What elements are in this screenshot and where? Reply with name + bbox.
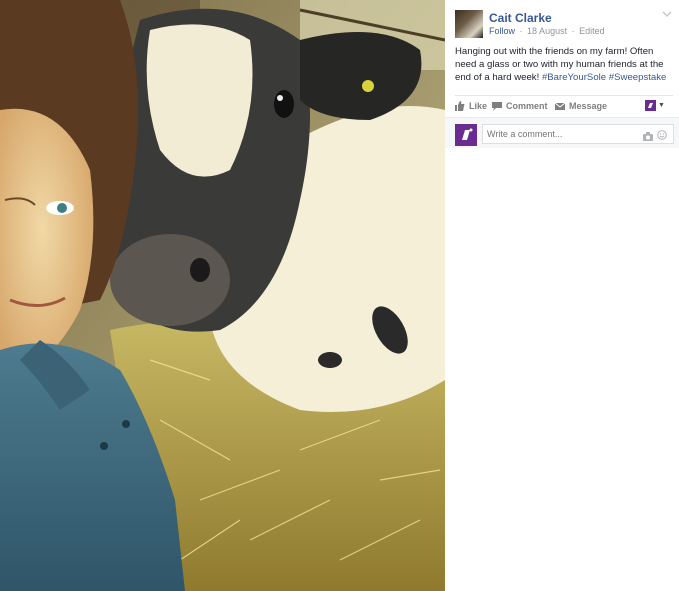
post-header-card: Cait Clarke Follow · 18 August · Edited … [445, 0, 679, 148]
author-avatar[interactable] [455, 10, 483, 38]
comment-button[interactable]: Comment [492, 99, 548, 113]
chevron-down-icon[interactable] [662, 9, 672, 19]
post-meta: Follow · 18 August · Edited [489, 26, 605, 36]
hashtag-link[interactable]: #Sweepstake [609, 72, 667, 83]
envelope-icon [554, 101, 566, 111]
post-date[interactable]: 18 August [527, 26, 567, 36]
post-side-panel: Cait Clarke Follow · 18 August · Edited … [445, 0, 679, 591]
meta-separator: · [571, 26, 575, 36]
camera-icon[interactable] [643, 130, 653, 141]
like-button[interactable]: Like [455, 99, 487, 113]
speech-bubble-icon [492, 101, 502, 111]
meta-separator: · [519, 26, 523, 36]
author-name[interactable]: Cait Clarke [489, 11, 552, 25]
message-label: Message [569, 101, 608, 111]
divider [455, 95, 673, 96]
like-label: Like [469, 101, 488, 111]
photo-image [0, 0, 445, 591]
commenter-avatar [455, 124, 477, 146]
thumbs-up-icon [455, 101, 465, 111]
message-button[interactable]: Message [554, 99, 608, 113]
page-identity-selector[interactable]: ▼ [645, 99, 671, 111]
follow-link[interactable]: Follow [489, 26, 515, 36]
hashtag-link[interactable]: #BareYourSole [542, 72, 606, 83]
comment-composer [445, 117, 679, 148]
comment-label: Comment [506, 101, 548, 111]
page-avatar-icon [645, 99, 656, 111]
post-text: Hanging out with the friends on my farm!… [455, 45, 673, 84]
caret-down-icon: ▼ [658, 101, 665, 109]
smiley-icon[interactable] [657, 129, 667, 140]
post-edited[interactable]: Edited [579, 26, 605, 36]
post-actions: Like Comment Message ▼ [455, 99, 673, 113]
post-photo[interactable] [0, 0, 445, 591]
